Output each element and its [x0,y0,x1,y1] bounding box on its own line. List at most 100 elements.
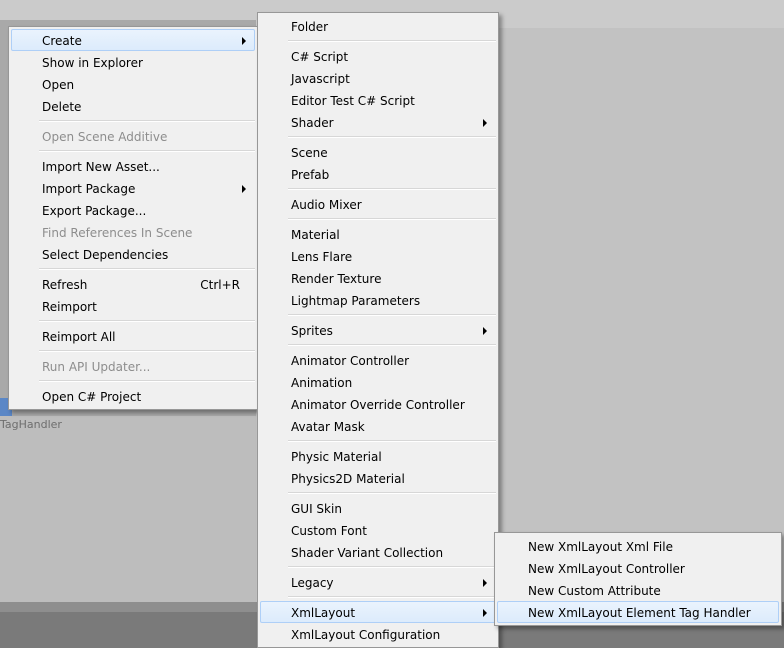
menu-item-animator-controller[interactable]: Animator Controller [260,349,496,371]
menu-item-label: Import Package [42,182,136,196]
menu-item-gui-skin[interactable]: GUI Skin [260,497,496,519]
menu-item-label: Editor Test C# Script [291,94,415,108]
menu-item-import-new-asset[interactable]: Import New Asset... [11,155,255,177]
menu-item-label: Delete [42,100,82,114]
menu-separator [39,265,255,273]
menu-item-label: Open Scene Additive [42,130,168,144]
menu-separator [39,317,255,325]
menu-item-label: Export Package... [42,204,147,218]
menu-item-reimport-all[interactable]: Reimport All [11,325,255,347]
menu-item-label: Physics2D Material [291,472,405,486]
menu-item-xmllayout-configuration[interactable]: XmlLayout Configuration [260,623,496,645]
menu-separator [39,347,255,355]
submenu-arrow-icon [242,185,246,193]
menu-item-label: Legacy [291,576,334,590]
menu-item-refresh[interactable]: Refresh Ctrl+R [11,273,255,295]
menu-item-label: Run API Updater... [42,360,151,374]
menu-item-animation[interactable]: Animation [260,371,496,393]
menu-item-label: C# Script [291,50,349,64]
menu-item-animator-override-controller[interactable]: Animator Override Controller [260,393,496,415]
menu-item-shader[interactable]: Shader [260,111,496,133]
menu-item-c-script[interactable]: C# Script [260,45,496,67]
menu-item-new-xmllayout-element-tag-handler[interactable]: New XmlLayout Element Tag Handler [497,601,779,623]
menu-item-import-package[interactable]: Import Package [11,177,255,199]
menu-separator [288,133,496,141]
menu-item-label: Animation [291,376,353,390]
menu-separator [288,489,496,497]
menu-item-lens-flare[interactable]: Lens Flare [260,245,496,267]
menu-item-xmllayout[interactable]: XmlLayout [260,601,496,623]
menu-item-delete[interactable]: Delete [11,95,255,117]
menu-item-new-custom-attribute[interactable]: New Custom Attribute [497,579,779,601]
menu-item-editor-test-c-script[interactable]: Editor Test C# Script [260,89,496,111]
menu-item-physic-material[interactable]: Physic Material [260,445,496,467]
menu-item-label: Sprites [291,324,333,338]
menu-separator [288,215,496,223]
menu-item-new-xmllayout-controller[interactable]: New XmlLayout Controller [497,557,779,579]
menu-item-label: Folder [291,20,329,34]
menu-item-label: Show in Explorer [42,56,143,70]
menu-item-label: New XmlLayout Element Tag Handler [528,606,751,620]
menu-item-create[interactable]: Create [11,29,255,51]
menu-item-render-texture[interactable]: Render Texture [260,267,496,289]
context-menu: Create Show in Explorer Open Delete Open Sce… [8,26,258,410]
selected-asset-label: TagHandler [0,418,62,431]
menu-item-label: GUI Skin [291,502,342,516]
submenu-arrow-icon [483,327,487,335]
menu-item-open[interactable]: Open [11,73,255,95]
menu-item-open-c-project[interactable]: Open C# Project [11,385,255,407]
menu-item-label: Render Texture [291,272,382,286]
menu-item-folder[interactable]: Folder [260,15,496,37]
menu-item-prefab[interactable]: Prefab [260,163,496,185]
menu-item-label: XmlLayout [291,606,356,620]
menu-item-export-package[interactable]: Export Package... [11,199,255,221]
menu-item-label: Animator Controller [291,354,410,368]
menu-item-label: Shader [291,116,334,130]
menu-item-sprites[interactable]: Sprites [260,319,496,341]
menu-separator [39,377,255,385]
menu-item-label: Shader Variant Collection [291,546,444,560]
menu-item-new-xmllayout-xml-file[interactable]: New XmlLayout Xml File [497,535,779,557]
menu-item-run-api-updater: Run API Updater... [11,355,255,377]
menu-item-physics2d-material[interactable]: Physics2D Material [260,467,496,489]
menu-item-open-scene-additive: Open Scene Additive [11,125,255,147]
menu-item-lightmap-parameters[interactable]: Lightmap Parameters [260,289,496,311]
menu-item-reimport[interactable]: Reimport [11,295,255,317]
menu-item-label: Animator Override Controller [291,398,465,412]
menu-item-custom-font[interactable]: Custom Font [260,519,496,541]
menu-item-label: Material [291,228,340,242]
menu-item-label: Audio Mixer [291,198,362,212]
menu-item-label: Create [42,34,82,48]
menu-item-shader-variant-collection[interactable]: Shader Variant Collection [260,541,496,563]
menu-item-label: Select Dependencies [42,248,169,262]
menu-item-scene[interactable]: Scene [260,141,496,163]
menu-item-label: Open [42,78,75,92]
create-submenu: Folder C# Script Javascript Editor Test C# … [257,12,499,648]
menu-separator [288,563,496,571]
menu-separator [288,593,496,601]
menu-item-label: New XmlLayout Xml File [528,540,673,554]
menu-item-javascript[interactable]: Javascript [260,67,496,89]
menu-item-legacy[interactable]: Legacy [260,571,496,593]
menu-item-select-dependencies[interactable]: Select Dependencies [11,243,255,265]
menu-item-label: Open C# Project [42,390,142,404]
menu-item-label: Custom Font [291,524,367,538]
menu-item-label: Javascript [291,72,350,86]
menu-item-find-references-in-scene: Find References In Scene [11,221,255,243]
menu-separator [288,341,496,349]
menu-separator [288,37,496,45]
menu-item-audio-mixer[interactable]: Audio Mixer [260,193,496,215]
submenu-arrow-icon [242,37,246,45]
submenu-arrow-icon [483,119,487,127]
menu-item-label: XmlLayout Configuration [291,628,441,642]
submenu-arrow-icon [483,579,487,587]
menu-item-label: New XmlLayout Controller [528,562,685,576]
menu-item-material[interactable]: Material [260,223,496,245]
menu-separator [39,147,255,155]
menu-item-avatar-mask[interactable]: Avatar Mask [260,415,496,437]
menu-item-label: Reimport [42,300,97,314]
menu-separator [288,311,496,319]
menu-item-show-in-explorer[interactable]: Show in Explorer [11,51,255,73]
menu-item-label: Lens Flare [291,250,353,264]
menu-separator [288,437,496,445]
